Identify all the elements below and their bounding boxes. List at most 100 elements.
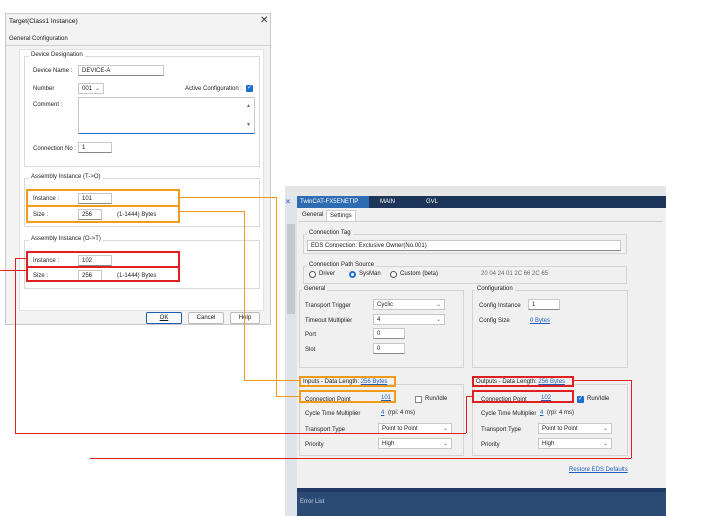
outputs-cycle-time-link[interactable]: 4 — [540, 410, 543, 416]
radio-driver[interactable] — [309, 271, 316, 278]
outputs-length-highlight — [472, 376, 574, 387]
number-label: Number — [33, 86, 55, 92]
chevron-down-icon: ⌄ — [602, 426, 608, 432]
general-label: General — [302, 286, 328, 292]
red-connector — [0, 270, 26, 271]
red-connector — [15, 433, 466, 434]
outputs-run-idle-label: Run/Idle — [587, 396, 610, 402]
inputs-run-idle-checkbox[interactable] — [415, 396, 422, 403]
radio-sysman-label: SysMan — [359, 271, 381, 277]
tab-gvl[interactable]: GVL — [423, 196, 441, 208]
active-configuration-label: Active Configuration : — [185, 86, 243, 92]
chevron-down-icon: ⌄ — [94, 86, 100, 92]
radio-custom[interactable] — [390, 271, 397, 278]
configuration-label: Configuration — [475, 286, 515, 292]
inputs-cycle-time-suffix: (rpi: 4 ms) — [388, 410, 415, 416]
inputs-priority-value: High — [382, 441, 395, 447]
red-connector — [466, 396, 467, 433]
cancel-button[interactable]: Cancel — [188, 312, 224, 324]
red-connector — [90, 458, 631, 459]
twincat-toolbar — [285, 186, 666, 196]
chevron-down-icon: ⌄ — [602, 441, 608, 447]
close-icon[interactable]: ✕ — [260, 16, 268, 26]
subtab-general[interactable]: General — [302, 212, 323, 218]
inputs-connection-point-highlight — [299, 390, 396, 403]
device-designation-label: Device Designation — [29, 52, 85, 58]
chevron-down-icon: ⌄ — [435, 302, 441, 308]
assembly-ot-label: Assembly Instance (O->T) — [29, 236, 103, 242]
bottom-panel — [297, 492, 666, 516]
inputs-cycle-time-link[interactable]: 4 — [381, 410, 384, 416]
slot-label: Slot — [305, 347, 316, 353]
left-panel-scrollbar[interactable] — [287, 224, 295, 314]
active-configuration-checkbox[interactable]: ✓ — [246, 85, 253, 92]
connection-path-label: Connection Path Source — [307, 262, 377, 268]
inputs-priority-select[interactable]: High ⌄ — [378, 438, 452, 449]
outputs-priority-select[interactable]: High ⌄ — [538, 438, 612, 449]
device-name-label: Device Name : — [33, 68, 73, 74]
inputs-cycle-time-label: Cycle Time Multiplier — [305, 411, 361, 417]
tab-general-configuration[interactable]: General Configuration — [9, 36, 68, 42]
port-input[interactable]: 0 — [373, 328, 405, 339]
red-connector — [466, 396, 472, 397]
ok-button[interactable]: OK — [146, 312, 182, 324]
scroll-up-icon[interactable]: ▲ — [246, 102, 251, 110]
bottom-panel-label: Error List — [300, 499, 325, 505]
outputs-transport-type-label: Transport Type — [481, 427, 522, 433]
connection-tag-input[interactable]: EDS Connection: Exclusive Owner(No.001) — [307, 240, 621, 251]
orange-connector — [244, 380, 299, 381]
chevron-down-icon: ⌄ — [442, 426, 448, 432]
tab-label: TwinCAT-FX5ENETIP — [300, 199, 359, 205]
restore-eds-defaults-link[interactable]: Restore EDS Defaults — [569, 467, 628, 473]
comment-textarea[interactable]: ▲ ▼ — [78, 97, 255, 134]
outputs-run-idle-checkbox[interactable]: ✓ — [577, 396, 584, 403]
device-name-input[interactable]: DEVICE-A — [78, 65, 164, 76]
config-instance-input[interactable]: 1 — [528, 299, 560, 310]
transport-trigger-value: Cyclic — [377, 302, 393, 308]
dialog-title: Target(Class1 Instance) — [9, 18, 78, 25]
radio-sysman[interactable] — [349, 271, 356, 278]
tab-main[interactable]: MAIN — [377, 196, 398, 208]
connection-no-label: Connection No : — [33, 146, 77, 152]
assembly-to-label: Assembly Instance (T->O) — [29, 174, 103, 180]
ot-highlight-divider — [26, 266, 180, 268]
side-close-icon[interactable]: ✕ — [285, 198, 291, 206]
outputs-cycle-time-label: Cycle Time Multiplier — [481, 411, 537, 417]
red-connector — [631, 380, 632, 458]
red-connector — [574, 380, 631, 381]
twincat-left-panel — [285, 196, 297, 516]
orange-connector — [276, 197, 277, 396]
connection-no-input[interactable]: 1 — [78, 142, 112, 153]
chevron-down-icon: ⌄ — [442, 441, 448, 447]
subtab-settings[interactable]: Settings — [326, 210, 356, 221]
outputs-connection-point-highlight — [472, 390, 574, 403]
comment-label: Comment : — [33, 102, 63, 108]
subtab-divider — [299, 221, 663, 222]
orange-connector — [276, 396, 299, 397]
orange-connector — [244, 211, 245, 380]
slot-input[interactable]: 0 — [373, 343, 405, 354]
transport-trigger-select[interactable]: Cyclic ⌄ — [373, 299, 445, 310]
timeout-multiplier-value: 4 — [377, 317, 381, 323]
outputs-transport-type-select[interactable]: Point to Point ⌄ — [538, 423, 612, 434]
config-size-label: Config Size — [479, 318, 510, 324]
timeout-multiplier-select[interactable]: 4 ⌄ — [373, 314, 445, 325]
orange-connector — [180, 211, 244, 212]
number-select[interactable]: 001 ⌄ — [78, 83, 104, 94]
timeout-multiplier-label: Timeout Multiplier — [305, 318, 353, 324]
scroll-down-icon[interactable]: ▼ — [246, 121, 251, 129]
inputs-transport-type-value: Point to Point — [382, 426, 418, 432]
number-value: 001 — [82, 86, 93, 92]
radio-custom-label: Custom (beta) — [400, 271, 439, 277]
chevron-down-icon: ⌄ — [435, 317, 441, 323]
red-connector — [15, 258, 26, 259]
tab-twincat-fx5enetip[interactable]: TwinCAT-FX5ENETIP ⊕ ✕ — [297, 196, 369, 217]
port-label: Port — [305, 332, 317, 338]
red-connector — [15, 258, 16, 433]
outputs-priority-value: High — [542, 441, 555, 447]
to-highlight-divider — [26, 205, 180, 207]
orange-connector — [180, 197, 277, 198]
help-button[interactable]: Help — [230, 312, 260, 324]
tab-divider — [6, 45, 270, 46]
config-size-link[interactable]: 0 Bytes — [530, 318, 550, 324]
